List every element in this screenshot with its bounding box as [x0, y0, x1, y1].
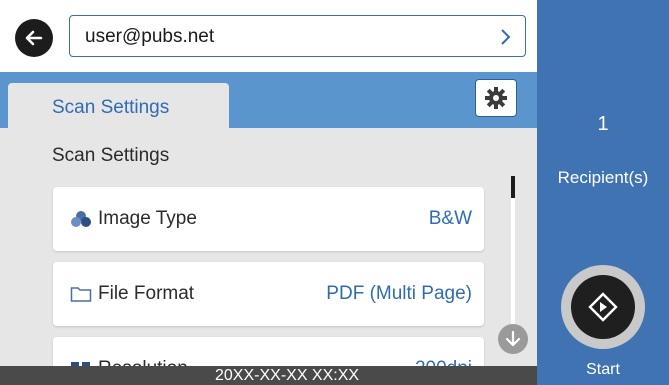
scrollbar-track[interactable] — [511, 178, 515, 343]
scroll-down-button[interactable] — [498, 324, 528, 354]
folder-icon — [70, 287, 92, 302]
tab-scan-settings[interactable]: Scan Settings — [8, 83, 229, 131]
start-button-inner — [571, 275, 635, 339]
status-bar: 20XX-XX-XX XX:XX — [0, 366, 537, 385]
setting-item-value: PDF (Multi Page) — [326, 283, 472, 304]
side-panel: 1 Recipient(s) Start — [537, 0, 669, 385]
settings-panel: Scan Settings Image Type B&W File Format… — [0, 128, 537, 366]
scrollbar-thumb[interactable] — [511, 176, 515, 198]
image-type-icon — [71, 211, 91, 227]
gear-icon — [485, 87, 507, 109]
status-datetime: 20XX-XX-XX XX:XX — [215, 367, 360, 384]
back-button[interactable] — [15, 19, 53, 57]
setting-item-image-type[interactable]: Image Type B&W — [53, 187, 484, 251]
recipient-count: 1 — [597, 113, 609, 135]
setting-item-file-format[interactable]: File Format PDF (Multi Page) — [53, 262, 484, 326]
recipient-label: Recipient(s) — [557, 168, 649, 187]
chevron-right-icon — [501, 29, 511, 45]
setting-item-label: Image Type — [98, 208, 197, 229]
start-label: Start — [586, 361, 620, 378]
tab-bar: Scan Settings — [0, 72, 537, 131]
arrow-down-icon — [505, 330, 521, 347]
section-title: Scan Settings — [52, 145, 170, 166]
start-diamond-icon — [588, 292, 618, 322]
header-bar: user@pubs.net — [0, 0, 537, 72]
tab-scan-settings-label: Scan Settings — [52, 97, 170, 118]
setting-item-resolution[interactable]: Resolution 200dpi — [53, 337, 484, 366]
arrow-left-icon — [25, 30, 43, 46]
settings-button[interactable] — [475, 79, 517, 117]
setting-item-label: Resolution — [98, 358, 188, 366]
recipient-address-field[interactable]: user@pubs.net — [69, 15, 526, 57]
setting-item-label: File Format — [98, 283, 195, 304]
recipient-address-text: user@pubs.net — [85, 26, 215, 47]
setting-item-value: B&W — [428, 208, 472, 229]
start-button[interactable] — [561, 265, 645, 349]
setting-item-value: 200dpi — [415, 358, 472, 366]
